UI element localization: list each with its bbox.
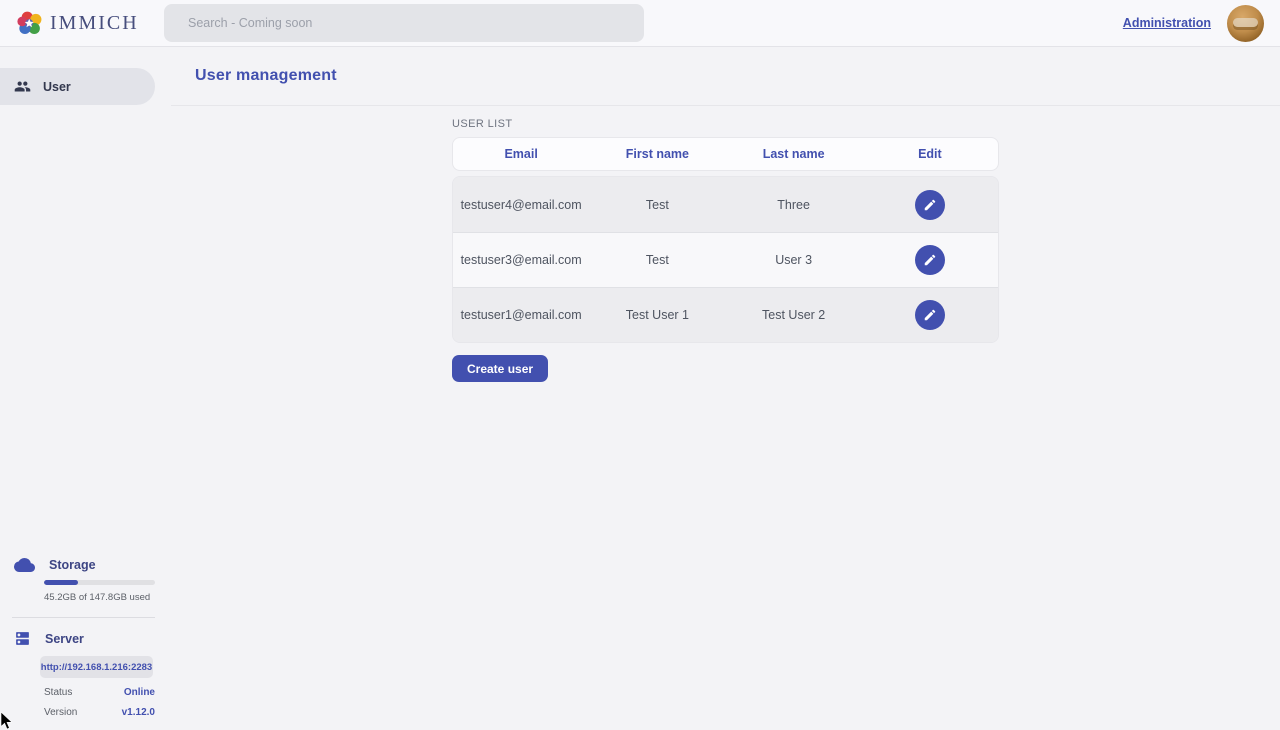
create-user-button[interactable]: Create user <box>452 355 548 382</box>
cell-email: testuser4@email.com <box>453 198 589 212</box>
version-value: v1.12.0 <box>122 707 155 718</box>
pencil-icon <box>923 198 937 212</box>
pencil-icon <box>923 308 937 322</box>
cell-first-name: Test User 1 <box>589 308 725 322</box>
sidebar-footer-divider <box>12 617 155 618</box>
table-row: testuser4@email.com Test Three <box>453 177 998 232</box>
edit-user-button[interactable] <box>915 190 945 220</box>
cell-email: testuser3@email.com <box>453 253 589 267</box>
pencil-icon <box>923 253 937 267</box>
header-email: Email <box>453 147 589 161</box>
main-panel: User management USER LIST Email First na… <box>171 47 1280 730</box>
cell-first-name: Test <box>589 198 725 212</box>
user-avatar[interactable] <box>1227 5 1264 42</box>
search-input[interactable] <box>164 4 644 42</box>
status-value: Online <box>124 687 155 698</box>
server-status-row: Status Online <box>44 687 155 698</box>
server-title: Server <box>45 632 84 646</box>
version-label: Version <box>44 707 77 718</box>
users-group-icon <box>14 78 31 95</box>
status-label: Status <box>44 687 72 698</box>
admin-sidebar: User Storage 45.2GB of 147.8GB used Serv… <box>0 47 171 730</box>
sidebar-footer: Storage 45.2GB of 147.8GB used Server ht… <box>0 557 171 718</box>
server-version-row: Version v1.12.0 <box>44 707 155 718</box>
user-table: Email First name Last name Edit testuser… <box>452 137 999 343</box>
edit-user-button[interactable] <box>915 300 945 330</box>
storage-progress-fill <box>44 580 78 585</box>
user-list-label: USER LIST <box>452 118 1280 130</box>
table-row: testuser1@email.com Test User 1 Test Use… <box>453 287 998 342</box>
cloud-storage-icon <box>14 557 35 572</box>
server-icon <box>14 630 31 647</box>
table-row: testuser3@email.com Test User 3 <box>453 232 998 287</box>
sidebar-item-user[interactable]: User <box>0 68 155 105</box>
storage-title: Storage <box>49 558 96 572</box>
header-first-name: First name <box>589 147 725 161</box>
cell-last-name: User 3 <box>726 253 862 267</box>
immich-flower-icon <box>16 9 44 37</box>
storage-progress-bar <box>44 580 155 585</box>
cell-first-name: Test <box>589 253 725 267</box>
cell-email: testuser1@email.com <box>453 308 589 322</box>
cell-last-name: Test User 2 <box>726 308 862 322</box>
storage-used-label: 45.2GB of 147.8GB used <box>44 592 171 603</box>
header-edit: Edit <box>862 147 998 161</box>
cell-last-name: Three <box>726 198 862 212</box>
page-header: User management <box>171 47 1280 106</box>
server-url-badge: http://192.168.1.216:2283 <box>40 656 153 678</box>
sidebar-item-user-label: User <box>43 80 71 94</box>
table-header-row: Email First name Last name Edit <box>452 137 999 171</box>
app-logo[interactable]: IMMICH <box>0 9 164 37</box>
table-body: testuser4@email.com Test Three testuser3… <box>452 176 999 343</box>
brand-wordmark: IMMICH <box>50 12 139 35</box>
top-navbar: IMMICH Administration <box>0 0 1280 47</box>
page-title: User management <box>195 67 337 85</box>
header-last-name: Last name <box>726 147 862 161</box>
edit-user-button[interactable] <box>915 245 945 275</box>
administration-link[interactable]: Administration <box>1123 16 1211 30</box>
